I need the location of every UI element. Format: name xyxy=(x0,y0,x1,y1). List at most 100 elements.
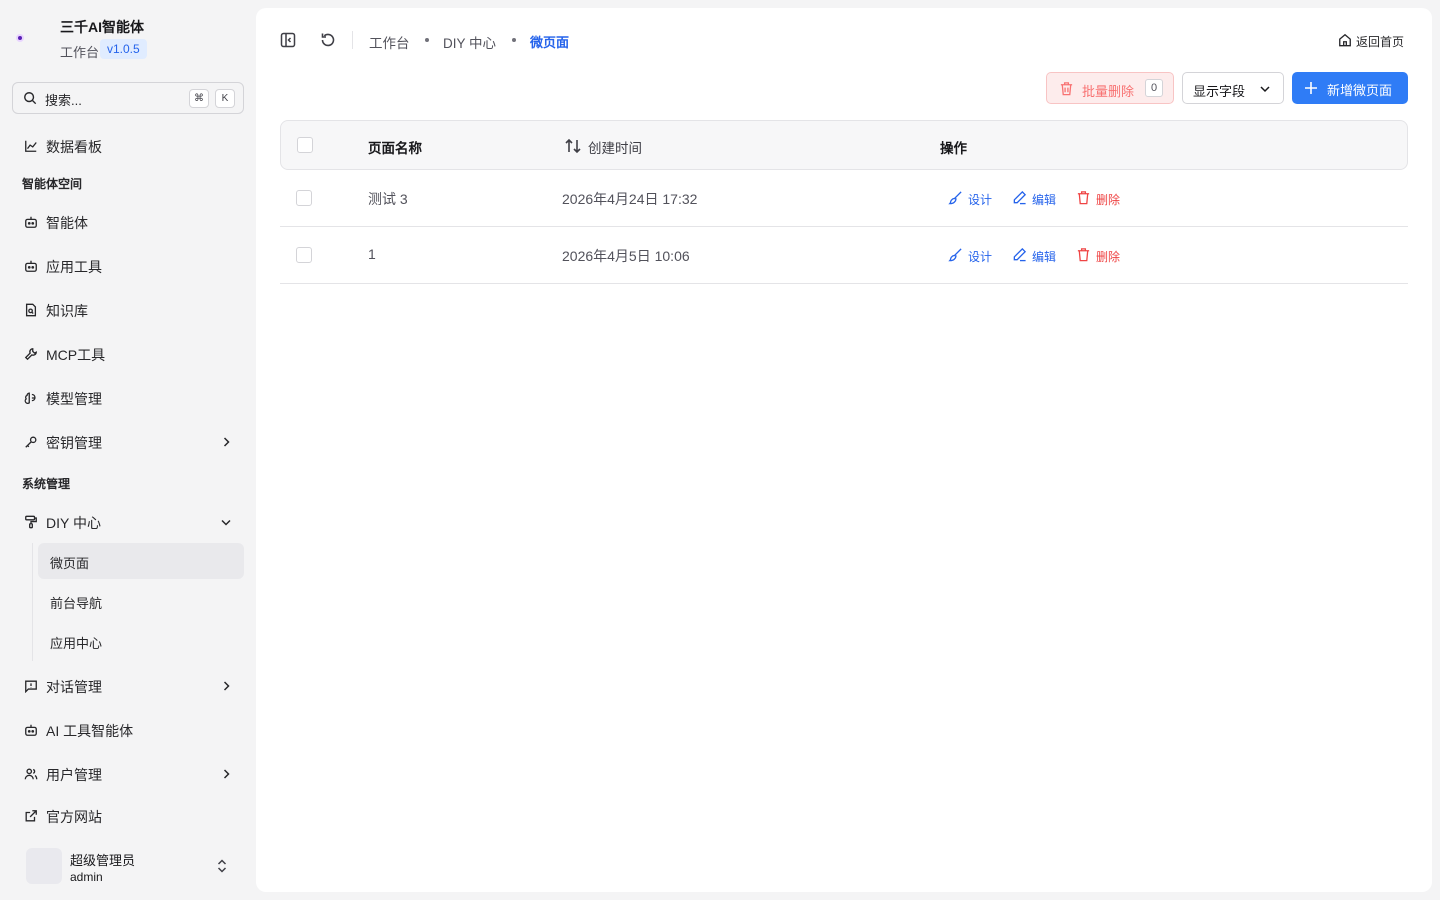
column-header-actions: 操作 xyxy=(940,141,967,156)
sidebar-item-official-site[interactable]: 官方网站 xyxy=(12,798,244,834)
breadcrumb-separator xyxy=(512,38,516,42)
sidebar-item-label: 对话管理 xyxy=(46,679,102,695)
section-title-system: 系统管理 xyxy=(22,477,71,491)
table-header: 页面名称 创建时间 操作 xyxy=(280,120,1408,170)
breadcrumb-item-workbench[interactable]: 工作台 xyxy=(369,32,410,52)
sort-arrows-icon[interactable] xyxy=(564,137,582,155)
search-input[interactable]: 搜索... ⌘ K xyxy=(12,82,244,114)
message-alert-icon xyxy=(25,680,37,693)
paint-roller-icon xyxy=(25,515,37,529)
submenu-guide-line xyxy=(32,543,33,661)
sidebar-item-agents[interactable]: 智能体 xyxy=(12,204,244,240)
sidebar-item-label: 模型管理 xyxy=(46,391,102,407)
bot-icon xyxy=(25,260,37,272)
row-checkbox[interactable] xyxy=(296,247,312,263)
section-title-agent-space: 智能体空间 xyxy=(22,177,83,191)
search-placeholder: 搜索... xyxy=(45,93,82,108)
pencil-icon xyxy=(1013,247,1027,262)
user-menu[interactable]: 超级管理员 admin xyxy=(26,846,246,886)
sidebar-item-label: 官方网站 xyxy=(46,809,102,825)
sidebar-item-label: MCP工具 xyxy=(46,347,106,363)
sidebar-item-label: 密钥管理 xyxy=(46,435,102,451)
sidebar-item-label: DIY 中心 xyxy=(46,515,101,531)
edit-label: 编辑 xyxy=(1032,193,1057,207)
file-search-icon xyxy=(25,303,37,317)
sidebar-subitem-label: 应用中心 xyxy=(50,636,103,651)
row-page-name: 测试 3 xyxy=(368,191,408,207)
delete-label: 删除 xyxy=(1096,250,1121,264)
design-button[interactable]: 设计 xyxy=(948,247,996,264)
row-page-name: 1 xyxy=(368,246,376,262)
edit-label: 编辑 xyxy=(1032,250,1057,264)
sidebar-item-keys[interactable]: 密钥管理 xyxy=(12,424,244,460)
brain-icon xyxy=(24,392,36,404)
search-icon xyxy=(24,92,37,105)
chevron-right-icon xyxy=(223,769,230,779)
sidebar-item-knowledge[interactable]: 知识库 xyxy=(12,292,244,328)
version-badge: v1.0.5 xyxy=(100,39,147,59)
sidebar-item-chat-mgmt[interactable]: 对话管理 xyxy=(12,668,244,704)
table-row: 1 2026年4月5日 10:06 设计 编辑 删除 xyxy=(280,227,1408,284)
sidebar-item-label: 数据看板 xyxy=(46,139,102,155)
wrench-icon xyxy=(24,348,37,361)
key-icon xyxy=(25,436,37,448)
batch-delete-button[interactable]: 批量删除 0 xyxy=(1046,72,1174,104)
sidebar-item-app-tools[interactable]: 应用工具 xyxy=(12,248,244,284)
row-checkbox[interactable] xyxy=(296,190,312,206)
sidebar-subitem-label: 前台导航 xyxy=(50,596,103,611)
brush-icon xyxy=(948,191,962,205)
chevron-right-icon xyxy=(223,437,230,447)
delete-button[interactable]: 删除 xyxy=(1076,247,1124,264)
brand[interactable]: 三千AI智能体 工作台 v1.0.5 xyxy=(16,16,246,64)
breadcrumb-item-diy[interactable]: DIY 中心 xyxy=(443,32,496,52)
edit-button[interactable]: 编辑 xyxy=(1012,247,1060,264)
user-id: admin xyxy=(70,870,103,884)
chevron-right-icon xyxy=(223,681,230,691)
column-header-created[interactable]: 创建时间 xyxy=(588,137,642,157)
trash-icon xyxy=(1060,82,1073,96)
sidebar-subitem-front-nav[interactable]: 前台导航 xyxy=(38,583,244,619)
sidebar-subitem-app-center[interactable]: 应用中心 xyxy=(38,623,244,659)
add-page-label: 新增微页面 xyxy=(1327,83,1393,98)
trash-icon xyxy=(1077,191,1090,205)
breadcrumb-item-current: 微页面 xyxy=(530,35,570,50)
sidebar-item-label: 智能体 xyxy=(46,215,88,231)
sidebar-item-models[interactable]: 模型管理 xyxy=(12,380,244,416)
sidebar-subitem-micro-page[interactable]: 微页面 xyxy=(38,543,244,579)
brand-subtitle: 工作台 xyxy=(60,45,100,60)
avatar xyxy=(26,848,62,884)
sidebar-item-label: 用户管理 xyxy=(46,767,102,783)
delete-label: 删除 xyxy=(1096,193,1121,207)
trash-icon xyxy=(1077,248,1090,262)
select-all-checkbox[interactable] xyxy=(297,137,313,153)
design-button[interactable]: 设计 xyxy=(948,190,996,207)
display-fields-label: 显示字段 xyxy=(1193,84,1246,99)
sidebar: 三千AI智能体 工作台 v1.0.5 搜索... ⌘ K 数据看板 智能体空间 … xyxy=(0,0,256,900)
sidebar-item-dashboard[interactable]: 数据看板 xyxy=(12,128,244,164)
sidebar-item-ai-tool-agent[interactable]: AI 工具智能体 xyxy=(12,712,244,748)
home-link[interactable]: 返回首页 xyxy=(1338,32,1408,49)
design-label: 设计 xyxy=(968,250,993,264)
row-created-time: 2026年4月24日 17:32 xyxy=(562,191,698,207)
users-icon xyxy=(24,768,38,780)
user-name: 超级管理员 xyxy=(70,853,136,868)
sidebar-item-user-mgmt[interactable]: 用户管理 xyxy=(12,756,244,792)
display-fields-dropdown[interactable]: 显示字段 xyxy=(1182,72,1284,104)
delete-button[interactable]: 删除 xyxy=(1076,190,1124,207)
bot-icon xyxy=(25,216,37,228)
refresh-icon[interactable] xyxy=(320,32,336,48)
sidebar-item-label: 知识库 xyxy=(46,303,88,319)
pencil-icon xyxy=(1013,190,1027,205)
sidebar-item-mcp-tools[interactable]: MCP工具 xyxy=(12,336,244,372)
plus-icon xyxy=(1305,82,1317,94)
kbd-cmd: ⌘ xyxy=(189,89,209,108)
add-page-button[interactable]: 新增微页面 xyxy=(1292,72,1408,104)
sidebar-toggle-icon[interactable] xyxy=(280,32,296,48)
selected-count-badge: 0 xyxy=(1145,79,1163,97)
column-header-name: 页面名称 xyxy=(368,141,422,156)
edit-button[interactable]: 编辑 xyxy=(1012,190,1060,207)
design-label: 设计 xyxy=(968,193,993,207)
brand-logo-icon xyxy=(16,34,24,42)
line-chart-icon xyxy=(25,140,37,152)
sidebar-item-diy-center[interactable]: DIY 中心 xyxy=(12,504,244,540)
